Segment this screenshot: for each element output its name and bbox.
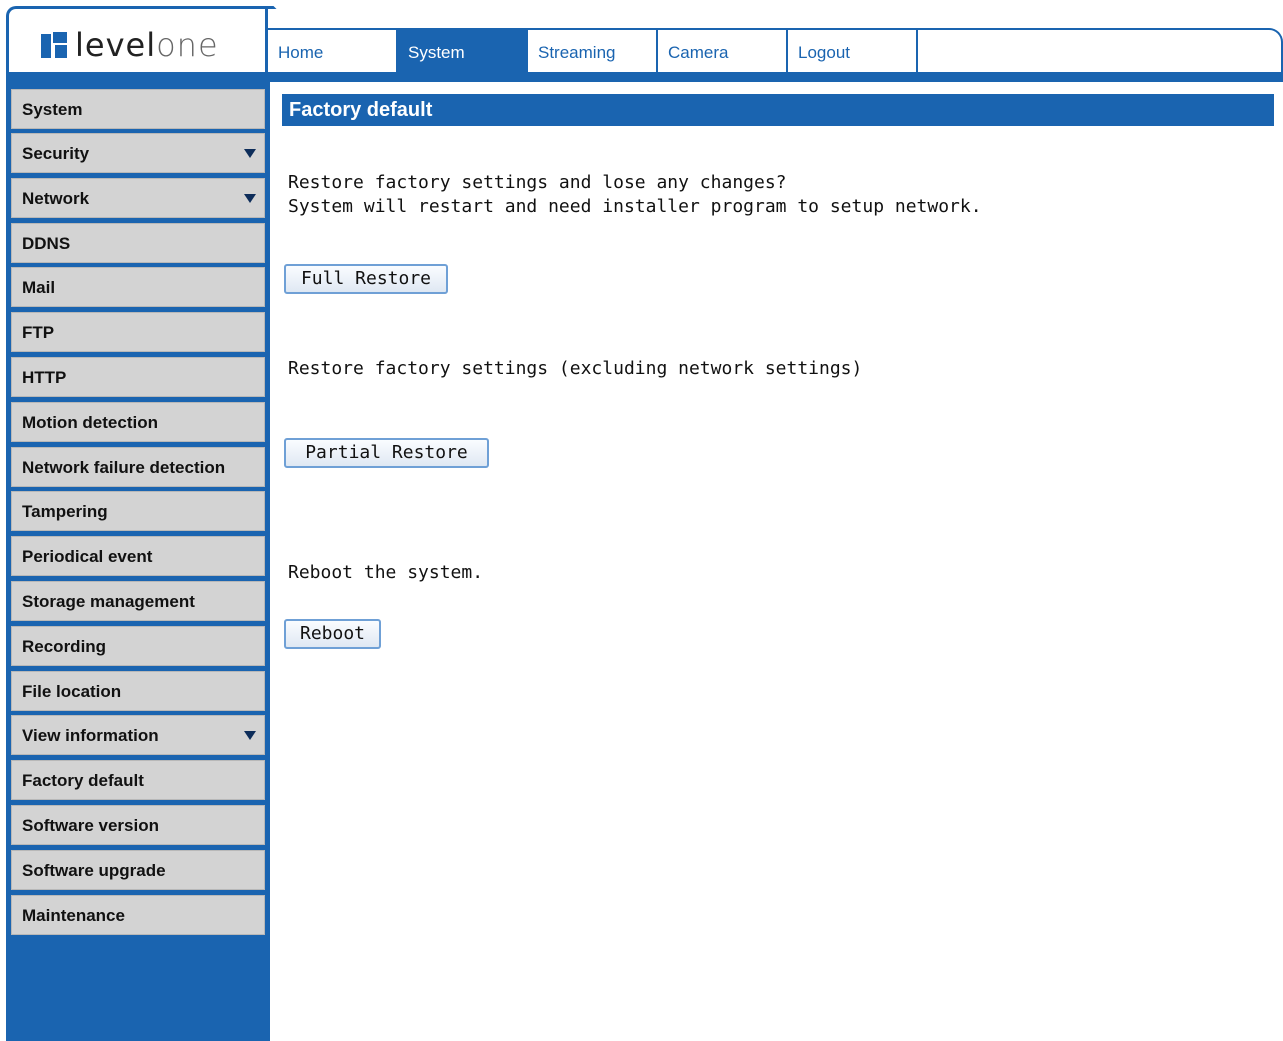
sidebar-item-ddns[interactable]: DDNS	[11, 223, 265, 263]
header-bar	[6, 72, 1283, 82]
logo-mark-icon	[41, 32, 67, 58]
partial-restore-button[interactable]: Partial Restore	[284, 438, 489, 468]
chevron-down-icon	[244, 194, 256, 203]
sidebar-item-network[interactable]: Network	[11, 178, 265, 218]
reboot-description: Reboot the system.	[288, 562, 484, 583]
chevron-down-icon	[244, 149, 256, 158]
sidebar-item-storage-management[interactable]: Storage management	[11, 581, 265, 621]
logo-text: levelone	[75, 26, 219, 64]
sidebar-item-software-version[interactable]: Software version	[11, 805, 265, 845]
tab-camera[interactable]: Camera	[658, 30, 788, 72]
tab-home[interactable]: Home	[268, 30, 398, 72]
chevron-down-icon	[244, 731, 256, 740]
sidebar-item-security[interactable]: Security	[11, 133, 265, 173]
partial-restore-description: Restore factory settings (excluding netw…	[288, 358, 863, 379]
sidebar-item-system[interactable]: System	[11, 89, 265, 129]
sidebar-item-motion-detection[interactable]: Motion detection	[11, 402, 265, 442]
brand-logo: levelone	[41, 29, 219, 61]
sidebar-item-file-location[interactable]: File location	[11, 671, 265, 711]
sidebar-item-periodical-event[interactable]: Periodical event	[11, 536, 265, 576]
sidebar-item-network-failure-detection[interactable]: Network failure detection	[11, 447, 265, 487]
reboot-button[interactable]: Reboot	[284, 619, 381, 649]
logo-area: levelone	[6, 6, 268, 76]
sidebar-item-tampering[interactable]: Tampering	[11, 491, 265, 531]
full-restore-description-line2: System will restart and need installer p…	[288, 196, 982, 217]
sidebar-item-software-upgrade[interactable]: Software upgrade	[11, 850, 265, 890]
sidebar-item-maintenance[interactable]: Maintenance	[11, 895, 265, 935]
sidebar-item-http[interactable]: HTTP	[11, 357, 265, 397]
tab-system[interactable]: System	[398, 30, 528, 72]
full-restore-button[interactable]: Full Restore	[284, 264, 448, 294]
top-navigation: Home System Streaming Camera Logout	[268, 30, 918, 72]
sidebar-item-ftp[interactable]: FTP	[11, 312, 265, 352]
sidebar-item-view-information[interactable]: View information	[11, 715, 265, 755]
page-title: Factory default	[282, 94, 1274, 126]
full-restore-description-line1: Restore factory settings and lose any ch…	[288, 172, 787, 193]
sidebar-item-mail[interactable]: Mail	[11, 267, 265, 307]
sidebar-item-recording[interactable]: Recording	[11, 626, 265, 666]
sidebar: System Security Network DDNS Mail FTP HT…	[6, 82, 270, 1041]
tab-logout[interactable]: Logout	[788, 30, 918, 72]
sidebar-item-factory-default[interactable]: Factory default	[11, 760, 265, 800]
tab-streaming[interactable]: Streaming	[528, 30, 658, 72]
